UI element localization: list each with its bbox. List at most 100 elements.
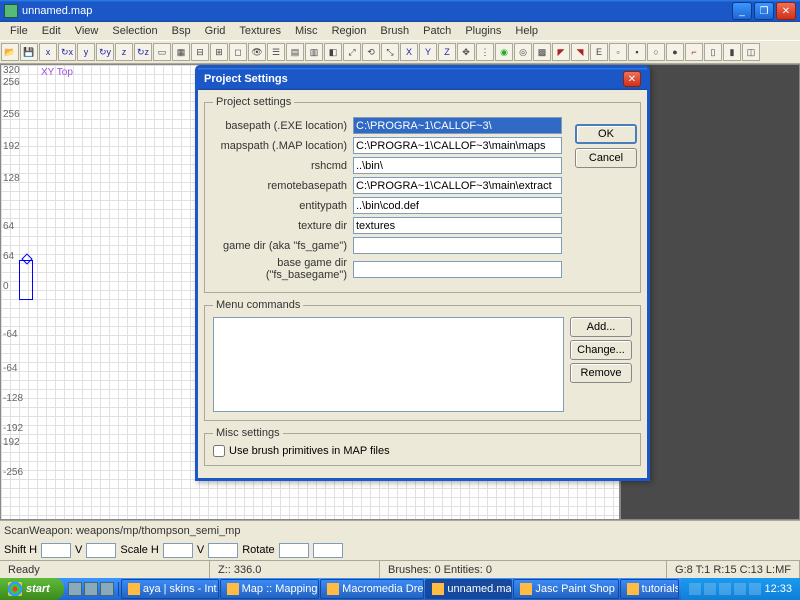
windows-taskbar: start aya | skins - Int... Map :: Mappin… bbox=[0, 578, 800, 600]
menu-file[interactable]: File bbox=[4, 23, 34, 39]
tool-clip-icon[interactable]: ◤ bbox=[552, 43, 570, 61]
tray-icon[interactable] bbox=[689, 583, 701, 595]
tray-icon[interactable] bbox=[734, 583, 746, 595]
rotate-input[interactable] bbox=[279, 543, 309, 558]
task-icon bbox=[327, 583, 339, 595]
tool-g1-icon[interactable]: ▯ bbox=[704, 43, 722, 61]
tool-clip2-icon[interactable]: ◥ bbox=[571, 43, 589, 61]
menu-view[interactable]: View bbox=[69, 23, 105, 39]
basepath-input[interactable] bbox=[353, 117, 562, 134]
tool-flip-x-icon[interactable]: x bbox=[39, 43, 57, 61]
tool-light-icon[interactable]: ◎ bbox=[514, 43, 532, 61]
minimize-button[interactable]: _ bbox=[732, 2, 752, 20]
tool-save-icon[interactable]: 💾 bbox=[20, 43, 38, 61]
task-button[interactable]: Jasc Paint Shop ... bbox=[513, 579, 618, 599]
extra-input[interactable] bbox=[313, 543, 343, 558]
remote-input[interactable] bbox=[353, 177, 562, 194]
menu-selection[interactable]: Selection bbox=[106, 23, 163, 39]
tool-move-icon[interactable]: ✥ bbox=[457, 43, 475, 61]
scalev-input[interactable] bbox=[208, 543, 238, 558]
tool-axis-y-btn[interactable]: Y bbox=[419, 43, 437, 61]
tool-scale-icon[interactable]: ⤡ bbox=[381, 43, 399, 61]
tool-freerot-icon[interactable]: ⟲ bbox=[362, 43, 380, 61]
gamedir-input[interactable] bbox=[353, 237, 562, 254]
clock[interactable]: 12:33 bbox=[764, 583, 792, 595]
tool-g3-icon[interactable]: ◫ bbox=[742, 43, 760, 61]
start-button[interactable]: start bbox=[0, 578, 64, 600]
tool-vert-icon[interactable]: ⋮ bbox=[476, 43, 494, 61]
tool-rot-x-icon[interactable]: ↻x bbox=[58, 43, 76, 61]
scaleh-input[interactable] bbox=[163, 543, 193, 558]
tool-misc2-icon[interactable]: ▪ bbox=[628, 43, 646, 61]
tick: 64 bbox=[3, 251, 14, 262]
change-button[interactable]: Change... bbox=[570, 340, 632, 360]
tool-g2-icon[interactable]: ▮ bbox=[723, 43, 741, 61]
tool-tex-icon[interactable]: ▤ bbox=[286, 43, 304, 61]
tool-flip-z-icon[interactable]: z bbox=[115, 43, 133, 61]
task-button[interactable]: unnamed.map bbox=[425, 579, 512, 599]
task-button[interactable]: aya | skins - Int... bbox=[121, 579, 219, 599]
quicklaunch-icon[interactable] bbox=[84, 582, 98, 596]
menu-commands-list[interactable] bbox=[213, 317, 564, 412]
tool-flip-y-icon[interactable]: y bbox=[77, 43, 95, 61]
tray-icon[interactable] bbox=[719, 583, 731, 595]
tool-mode1-icon[interactable]: ▦ bbox=[172, 43, 190, 61]
tool-cubic-icon[interactable]: ◧ bbox=[324, 43, 342, 61]
menu-patch[interactable]: Patch bbox=[417, 23, 457, 39]
dialog-close-button[interactable]: ✕ bbox=[623, 71, 641, 87]
task-button[interactable]: Macromedia Dre... bbox=[320, 579, 424, 599]
tool-hide-icon[interactable]: ● bbox=[666, 43, 684, 61]
viewport-label: XY Top bbox=[41, 67, 73, 78]
menu-region[interactable]: Region bbox=[326, 23, 373, 39]
tool-misc1-icon[interactable]: ▫ bbox=[609, 43, 627, 61]
menu-plugins[interactable]: Plugins bbox=[459, 23, 507, 39]
menu-bsp[interactable]: Bsp bbox=[166, 23, 197, 39]
tool-select-icon[interactable]: ▭ bbox=[153, 43, 171, 61]
tool-rot-z-icon[interactable]: ↻z bbox=[134, 43, 152, 61]
tool-axis-x-btn[interactable]: X bbox=[400, 43, 418, 61]
menu-help[interactable]: Help bbox=[509, 23, 544, 39]
tool-hollow-icon[interactable]: ◻ bbox=[229, 43, 247, 61]
menu-edit[interactable]: Edit bbox=[36, 23, 67, 39]
shiftv-input[interactable] bbox=[86, 543, 116, 558]
tool-open-icon[interactable]: 📂 bbox=[1, 43, 19, 61]
rshcmd-input[interactable] bbox=[353, 157, 562, 174]
basegame-label: base game dir ("fs_basegame") bbox=[213, 257, 353, 281]
tool-view2-icon[interactable]: ☰ bbox=[267, 43, 285, 61]
basegame-input[interactable] bbox=[353, 261, 562, 278]
tool-csg-sub-icon[interactable]: ⊟ bbox=[191, 43, 209, 61]
tick: -256 bbox=[3, 467, 23, 478]
task-button[interactable]: Map :: Mapping... bbox=[220, 579, 320, 599]
mapspath-input[interactable] bbox=[353, 137, 562, 154]
close-button[interactable]: ✕ bbox=[776, 2, 796, 20]
tool-axis-z-btn[interactable]: Z bbox=[438, 43, 456, 61]
menu-misc[interactable]: Misc bbox=[289, 23, 324, 39]
menu-textures[interactable]: Textures bbox=[233, 23, 287, 39]
brush-object[interactable] bbox=[19, 260, 33, 300]
tool-show-icon[interactable]: ○ bbox=[647, 43, 665, 61]
entity-input[interactable] bbox=[353, 197, 562, 214]
add-button[interactable]: Add... bbox=[570, 317, 632, 337]
task-button[interactable]: tutorials bbox=[620, 579, 680, 599]
tray-icon[interactable] bbox=[704, 583, 716, 595]
tool-ent-icon[interactable]: E bbox=[590, 43, 608, 61]
texdir-input[interactable] bbox=[353, 217, 562, 234]
shifth-input[interactable] bbox=[41, 543, 71, 558]
tool-view1-icon[interactable]: 👁 bbox=[248, 43, 266, 61]
quicklaunch-icon[interactable] bbox=[68, 582, 82, 596]
quicklaunch-icon[interactable] bbox=[100, 582, 114, 596]
brush-primitives-checkbox[interactable] bbox=[213, 445, 225, 457]
menu-brush[interactable]: Brush bbox=[374, 23, 415, 39]
tool-rot-y-icon[interactable]: ↻y bbox=[96, 43, 114, 61]
tool-patch-icon[interactable]: ▩ bbox=[533, 43, 551, 61]
menu-commands-group: Menu commands Add... Change... Remove bbox=[204, 299, 641, 421]
tool-csg-merge-icon[interactable]: ⊞ bbox=[210, 43, 228, 61]
menu-grid[interactable]: Grid bbox=[199, 23, 232, 39]
tool-texlock-icon[interactable]: ▥ bbox=[305, 43, 323, 61]
tray-icon[interactable] bbox=[749, 583, 761, 595]
tool-pan-icon[interactable]: ⤢ bbox=[343, 43, 361, 61]
remove-button[interactable]: Remove bbox=[570, 363, 632, 383]
maximize-button[interactable]: ❐ bbox=[754, 2, 774, 20]
tool-curve-icon[interactable]: ◉ bbox=[495, 43, 513, 61]
tool-bend-icon[interactable]: ⌐ bbox=[685, 43, 703, 61]
